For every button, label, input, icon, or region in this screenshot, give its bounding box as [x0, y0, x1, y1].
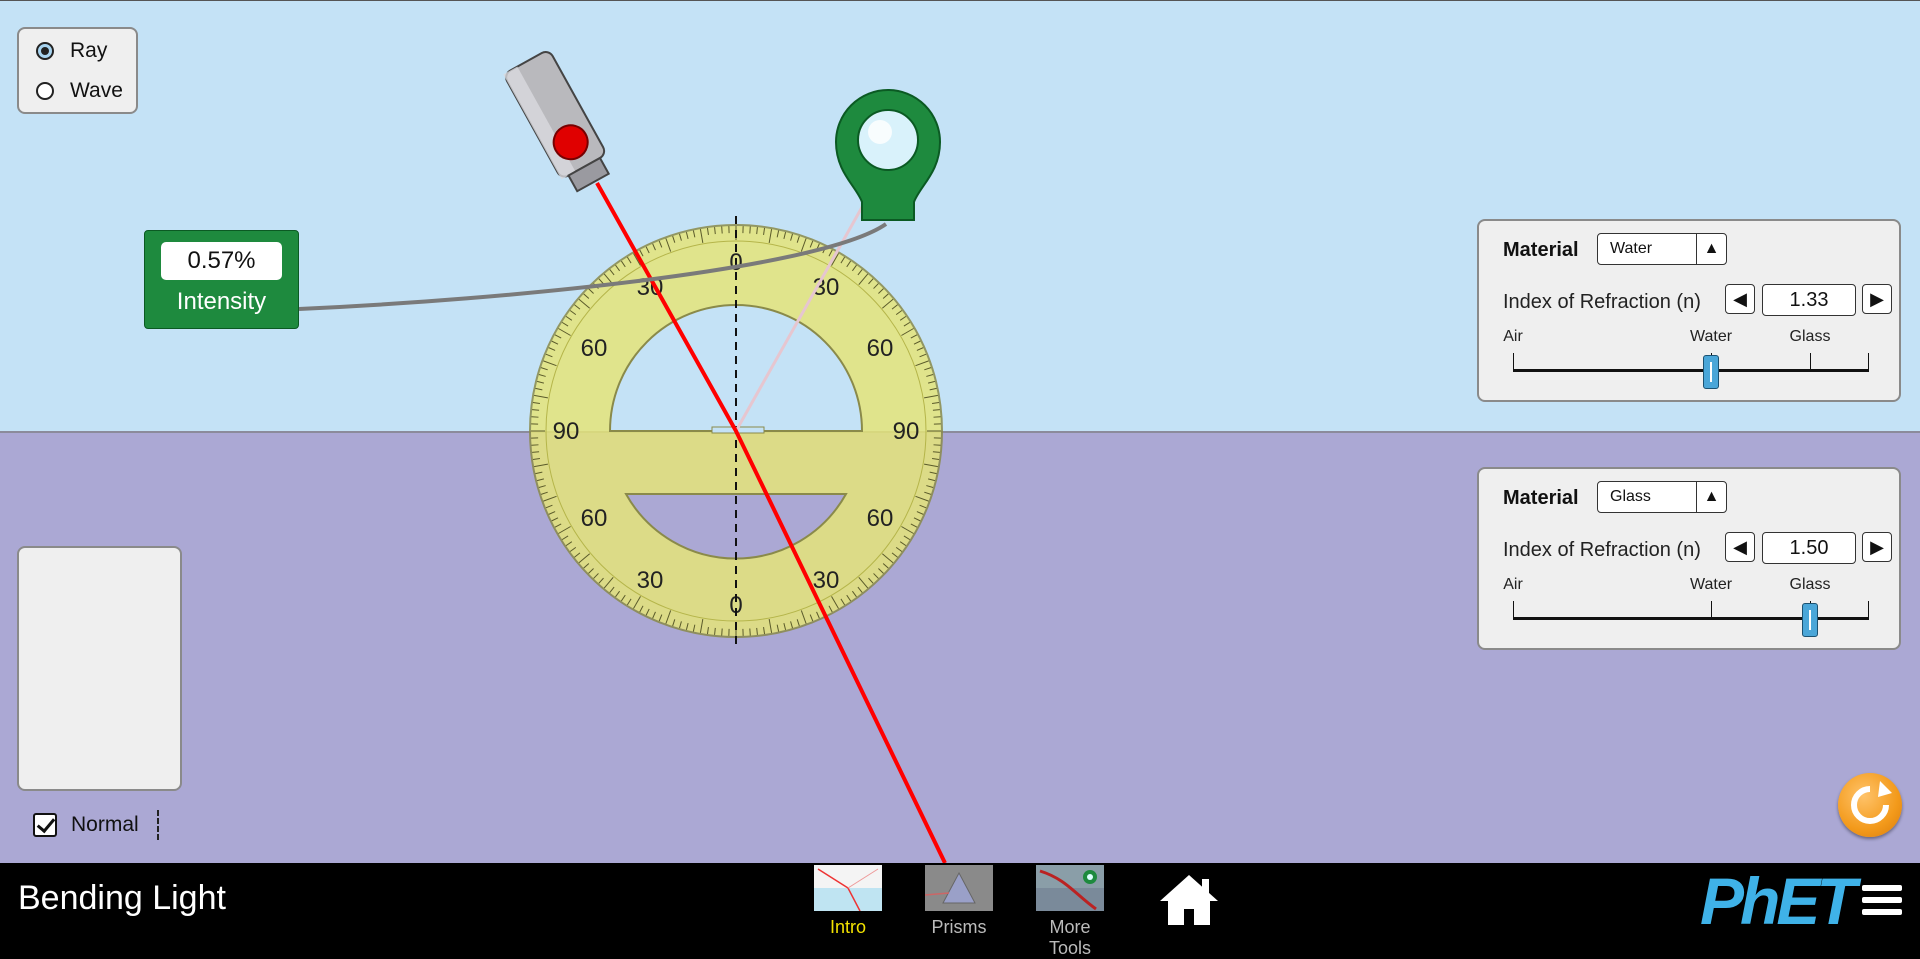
material-title: Material	[1503, 239, 1579, 262]
ior-value: 1.33	[1762, 284, 1856, 316]
tab-prisms[interactable]: Prisms	[924, 865, 994, 938]
slider-tick	[1810, 353, 1811, 370]
slider-label-air: Air	[1503, 576, 1523, 594]
slider-label-air: Air	[1503, 328, 1523, 346]
protractor-label: 30	[637, 567, 664, 594]
bottom-material-selected: Glass	[1610, 488, 1651, 505]
tab-intro[interactable]: Intro	[813, 865, 883, 938]
ior-decrement-button[interactable]: ◀	[1725, 532, 1755, 562]
intensity-probe-icon[interactable]	[836, 90, 940, 220]
material-title: Material	[1503, 487, 1579, 510]
normal-label: Normal	[71, 813, 139, 837]
tab-intro-label: Intro	[813, 917, 883, 938]
more-tools-thumbnail-icon	[1036, 865, 1104, 911]
wave-radio[interactable]: Wave	[36, 79, 123, 103]
protractor-label: 60	[581, 505, 608, 532]
ior-increment-button[interactable]: ▶	[1862, 532, 1892, 562]
app-title: Bending Light	[18, 879, 226, 918]
tab-prisms-label: Prisms	[924, 917, 994, 938]
wave-radio-button[interactable]	[36, 82, 54, 100]
reset-all-button[interactable]	[1838, 773, 1902, 837]
ior-slider-track[interactable]	[1513, 369, 1869, 372]
bottom-material-select[interactable]: Glass ▲	[1597, 481, 1727, 513]
ior-value: 1.50	[1762, 532, 1856, 564]
slider-tick	[1513, 353, 1514, 370]
home-button[interactable]	[1158, 873, 1220, 932]
navigation-bar: Bending Light Intro Prisms More Tools	[0, 863, 1920, 937]
simulation-area: 0 30 60 90 60 30 0 30 60 90 60 30	[0, 0, 1920, 863]
bottom-material-panel: Material Glass ▲ Index of Refraction (n)…	[1477, 467, 1901, 650]
slider-label-glass: Glass	[1790, 576, 1831, 594]
slider-label-water: Water	[1690, 576, 1732, 594]
protractor-label: 60	[581, 335, 608, 362]
ray-radio[interactable]: Ray	[36, 39, 107, 63]
top-material-panel: Material Water ▲ Index of Refraction (n)…	[1477, 219, 1901, 402]
laser-pointer-icon[interactable]	[503, 49, 615, 195]
optics-scene: 0 30 60 90 60 30 0 30 60 90 60 30	[0, 0, 1920, 863]
prisms-thumbnail-icon	[925, 865, 993, 911]
ior-label: Index of Refraction (n)	[1503, 291, 1701, 314]
protractor-label: 30	[813, 567, 840, 594]
tab-more-tools[interactable]: More Tools	[1035, 865, 1105, 959]
reset-icon	[1838, 773, 1902, 837]
ior-label: Index of Refraction (n)	[1503, 539, 1701, 562]
toolbox-panel	[17, 546, 182, 791]
home-icon	[1158, 873, 1220, 927]
dropdown-arrow-icon[interactable]: ▲	[1696, 234, 1726, 264]
wave-radio-label: Wave	[70, 79, 123, 103]
slider-tick	[1868, 601, 1869, 618]
phet-logo[interactable]: PhET	[1700, 869, 1853, 933]
intensity-value: 0.57%	[161, 242, 282, 280]
dropdown-arrow-icon[interactable]: ▲	[1696, 482, 1726, 512]
normal-toggle[interactable]: Normal	[33, 810, 159, 840]
protractor-label: 60	[867, 335, 894, 362]
ior-decrement-button[interactable]: ◀	[1725, 284, 1755, 314]
ray-radio-label: Ray	[70, 39, 107, 63]
view-mode-panel: Ray Wave	[17, 27, 138, 114]
slider-tick	[1711, 601, 1712, 618]
tab-more-tools-label: More Tools	[1035, 917, 1105, 959]
slider-label-glass: Glass	[1790, 328, 1831, 346]
hamburger-menu-icon[interactable]	[1862, 885, 1902, 921]
top-material-select[interactable]: Water ▲	[1597, 233, 1727, 265]
ior-slider-thumb[interactable]	[1802, 603, 1818, 637]
intro-thumbnail-icon	[814, 865, 882, 911]
top-material-selected: Water	[1610, 240, 1652, 257]
slider-label-water: Water	[1690, 328, 1732, 346]
protractor-label: 90	[553, 418, 580, 445]
protractor-label: 60	[867, 505, 894, 532]
ray-radio-button[interactable]	[36, 42, 54, 60]
protractor-label: 90	[893, 418, 920, 445]
intensity-label: Intensity	[145, 288, 298, 316]
intensity-meter[interactable]: 0.57% Intensity	[144, 230, 299, 329]
normal-dash-icon	[157, 810, 159, 840]
ior-increment-button[interactable]: ▶	[1862, 284, 1892, 314]
slider-tick	[1868, 353, 1869, 370]
ior-slider-thumb[interactable]	[1703, 355, 1719, 389]
normal-checkbox[interactable]	[33, 813, 57, 837]
slider-tick	[1513, 601, 1514, 618]
